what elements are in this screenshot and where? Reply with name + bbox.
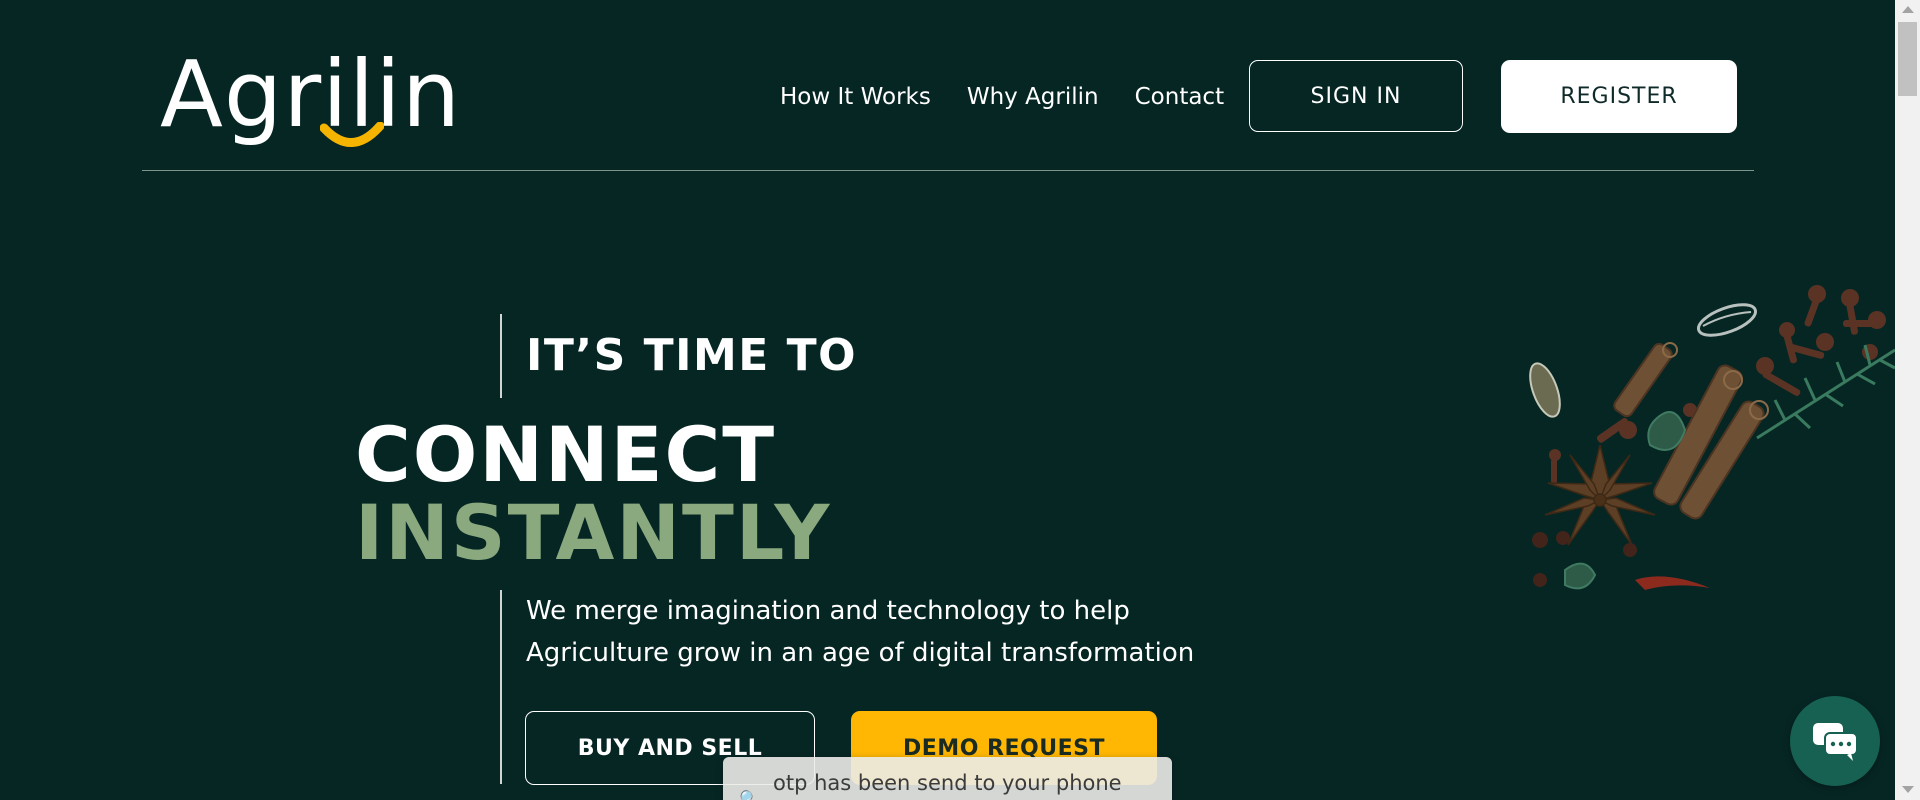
hero-headline-connect: CONNECT <box>355 410 777 499</box>
logo-text: Agrilin <box>160 41 462 148</box>
scroll-up-arrow-icon[interactable] <box>1902 6 1914 13</box>
toast-message: otp has been send to your phone <box>773 771 1122 795</box>
logo[interactable]: Agrilin <box>160 40 460 150</box>
nav-how-it-works[interactable]: How It Works <box>780 84 931 110</box>
hero-description-line2: Agriculture grow in an age of digital tr… <box>526 638 1195 668</box>
chat-widget-button[interactable] <box>1790 696 1880 786</box>
register-button[interactable]: REGISTER <box>1501 60 1737 133</box>
otp-toast: 🔍 otp has been send to your phone <box>723 757 1172 800</box>
header-divider <box>142 170 1754 171</box>
spices-illustration <box>1529 285 1895 590</box>
page-scrollbar[interactable] <box>1895 0 1920 800</box>
hero-description: We merge imagination and technology to h… <box>526 590 1246 674</box>
scrollbar-thumb[interactable] <box>1898 22 1917 96</box>
chat-bubble-icon <box>1813 723 1858 761</box>
description-divider-line <box>500 590 502 784</box>
hero-description-line1: We merge imagination and technology to h… <box>526 596 1130 626</box>
kicker-divider-line <box>500 314 502 398</box>
hero-headline-instantly: INSTANTLY <box>355 488 832 577</box>
main-nav: How It Works Why Agrilin Contact <box>780 60 1260 134</box>
nav-contact[interactable]: Contact <box>1135 84 1224 110</box>
page: Agrilin How It Works Why Agrilin Contact… <box>0 0 1920 800</box>
scroll-down-arrow-icon[interactable] <box>1902 786 1914 793</box>
search-icon: 🔍 <box>739 789 759 800</box>
nav-why-agrilin[interactable]: Why Agrilin <box>967 84 1099 110</box>
smile-arc-icon <box>320 122 384 147</box>
hero-kicker: IT’S TIME TO <box>526 330 858 381</box>
sign-in-button[interactable]: SIGN IN <box>1249 60 1463 132</box>
